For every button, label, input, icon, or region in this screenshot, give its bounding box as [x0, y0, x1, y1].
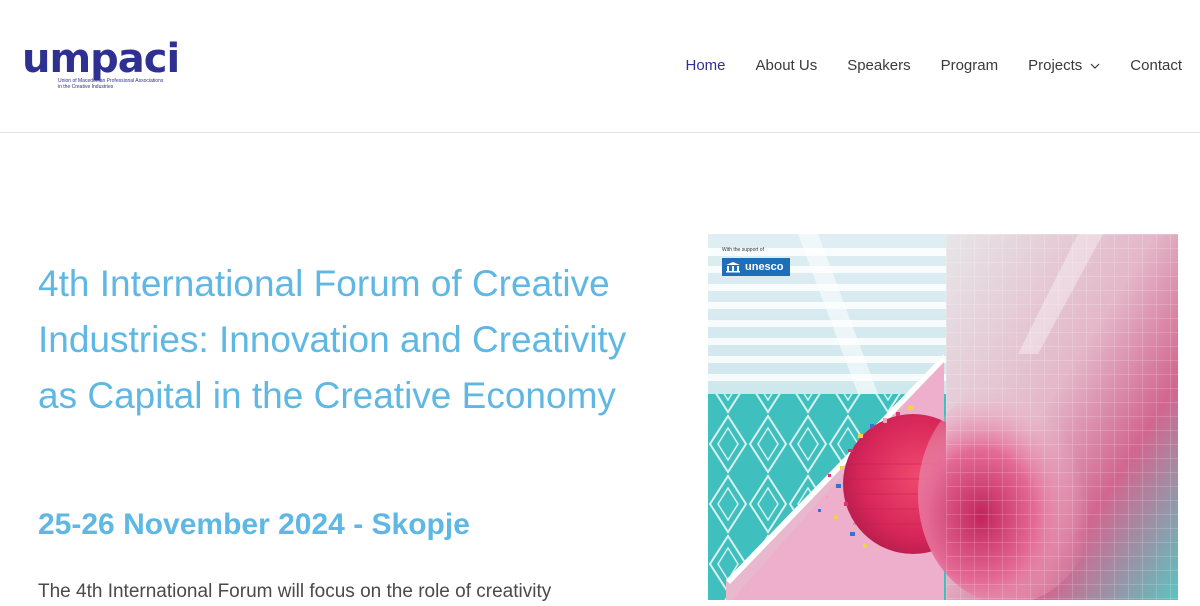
- poster-artwork: [708, 234, 1178, 600]
- main-nav: Home About Us Speakers Program Projects …: [655, 57, 1182, 74]
- event-date: 25-26 November 2024 - Skopje: [38, 508, 470, 541]
- unesco-label: unesco: [745, 261, 784, 273]
- nav-projects[interactable]: Projects: [1028, 57, 1100, 74]
- unesco-logo: unesco: [722, 258, 790, 276]
- nav-about-us[interactable]: About Us: [756, 57, 818, 74]
- site-header: umpaci Union of Macedonian Professional …: [0, 0, 1200, 133]
- forum-poster-image: With the support of unesco: [708, 234, 1178, 600]
- unesco-temple-icon: [726, 262, 740, 273]
- support-caption: With the support of: [722, 247, 764, 253]
- logo-tagline-line: in the Creative Industries: [58, 84, 114, 90]
- page-title: 4th International Forum of Creative Indu…: [38, 263, 627, 416]
- nav-home[interactable]: Home: [685, 57, 725, 74]
- logo-tagline: Union of Macedonian Professional Associa…: [58, 78, 168, 90]
- nav-projects-label: Projects: [1028, 57, 1083, 74]
- nav-speakers[interactable]: Speakers: [847, 57, 910, 74]
- nav-contact[interactable]: Contact: [1130, 57, 1182, 74]
- nav-program[interactable]: Program: [941, 57, 999, 74]
- intro-paragraph: The 4th International Forum will focus o…: [38, 581, 552, 602]
- site-logo[interactable]: umpaci Union of Macedonian Professional …: [22, 38, 180, 94]
- chevron-down-icon[interactable]: [1090, 61, 1100, 71]
- logo-wordmark: umpaci: [22, 36, 180, 82]
